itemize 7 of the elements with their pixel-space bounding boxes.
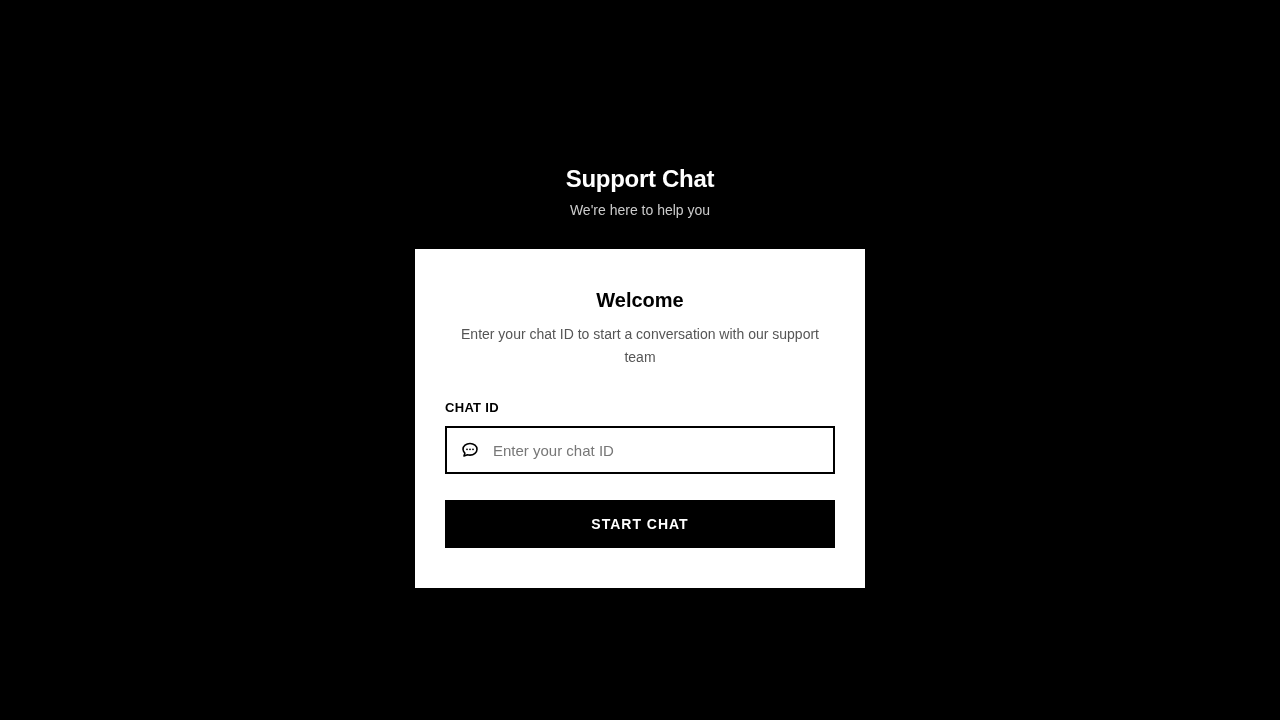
start-chat-button[interactable]: START CHAT	[445, 500, 835, 548]
card-title: Welcome	[595, 288, 685, 313]
page-subtitle: We're here to help you	[569, 201, 711, 219]
card-description: Enter your chat ID to start a conversation with our support team	[460, 325, 820, 367]
page-title: Support Chat	[565, 165, 715, 193]
field-label: CHAT ID	[445, 400, 499, 416]
chat-id-field[interactable]: Enter your chat ID	[445, 426, 835, 474]
